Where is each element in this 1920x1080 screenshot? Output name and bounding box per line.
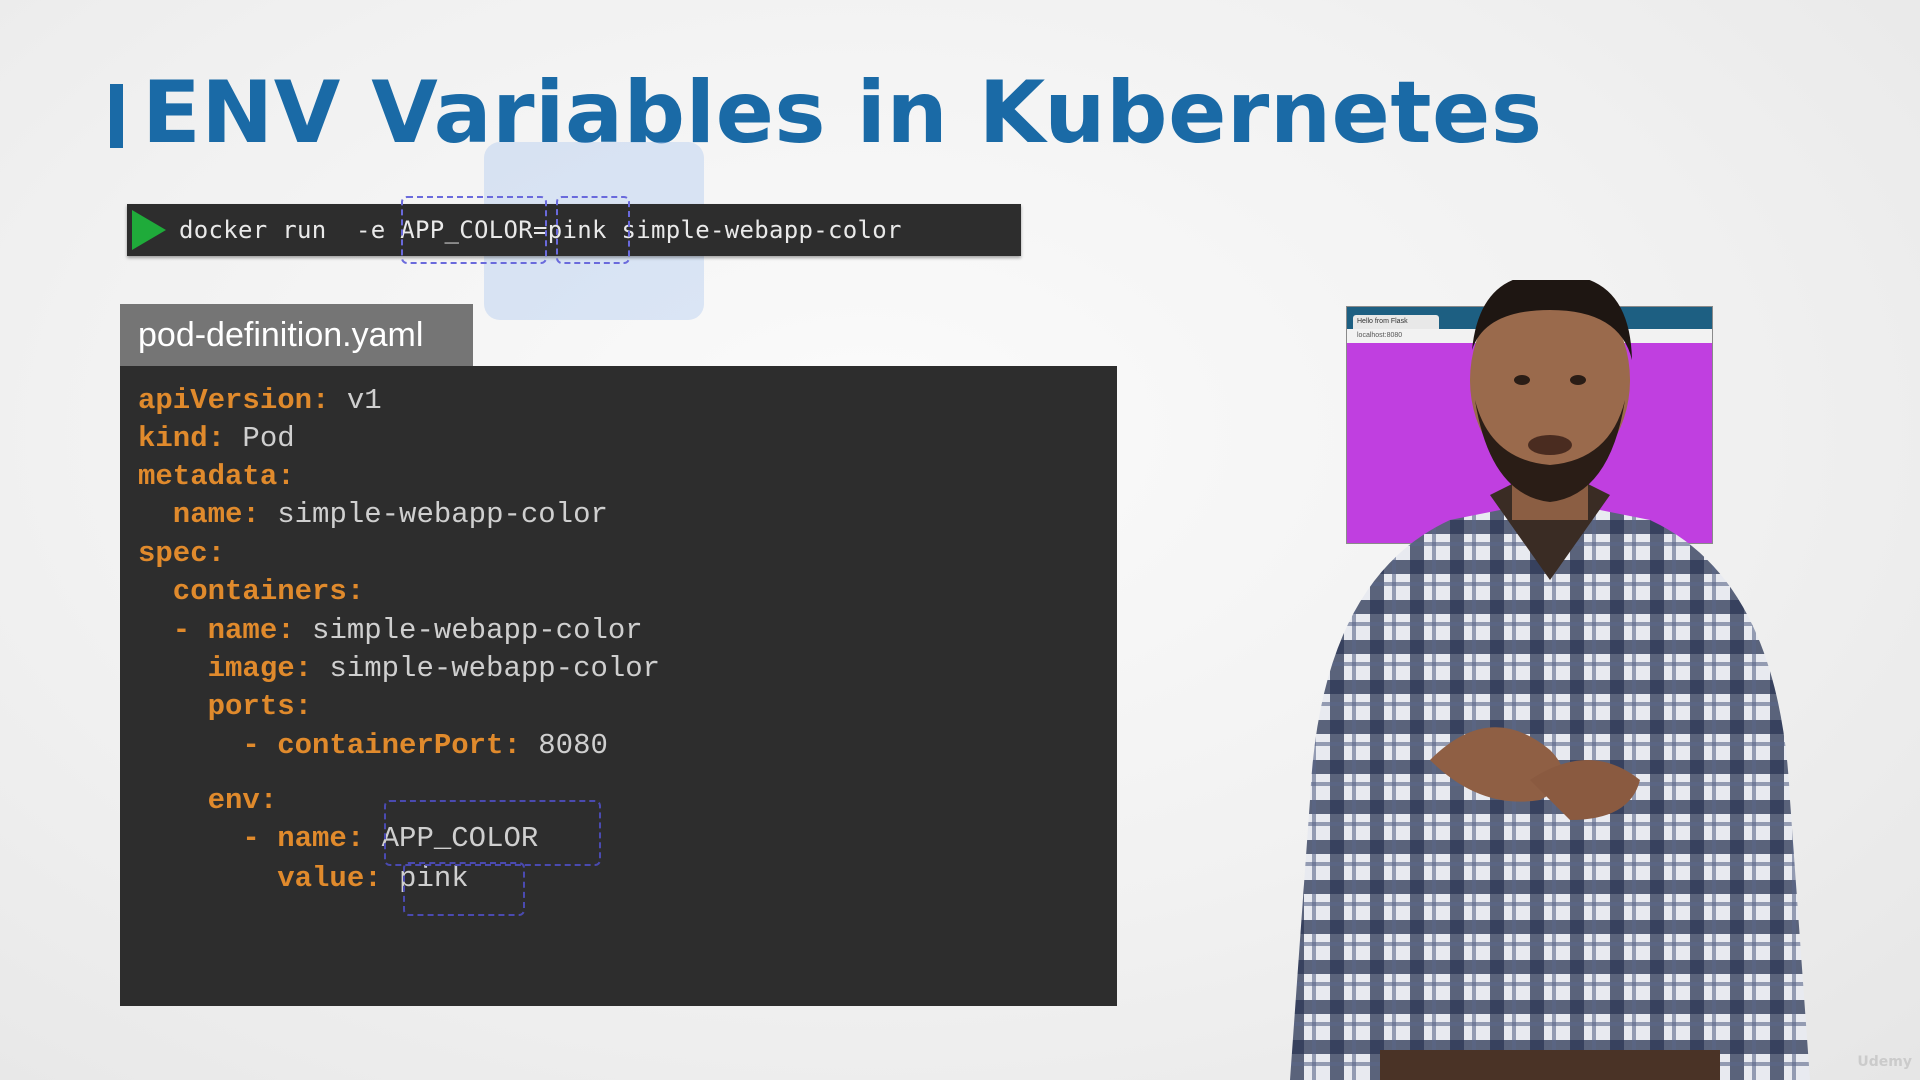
env-var-value-box [556, 196, 630, 264]
file-name: pod-definition.yaml [138, 315, 424, 354]
yaml-line: metadata: [138, 460, 295, 493]
slide-title: ENV Variables in Kubernetes [142, 63, 1543, 163]
title-accent-bar [110, 84, 123, 148]
watermark-logo: Udemy [1857, 1054, 1912, 1070]
env-var-name-box [401, 196, 547, 264]
yaml-line: - name: simple-webapp-color [138, 614, 643, 647]
env-name-box [384, 800, 601, 866]
file-name-tab: pod-definition.yaml [120, 304, 473, 366]
yaml-line: image: simple-webapp-color [138, 652, 661, 685]
yaml-line: kind: Pod [138, 422, 295, 455]
play-icon [132, 210, 166, 250]
yaml-line: name: simple-webapp-color [138, 498, 608, 531]
yaml-line: spec: [138, 537, 226, 570]
yaml-line: env: [138, 784, 278, 817]
presenter-image [1290, 280, 1810, 1080]
yaml-line: apiVersion: v1 [138, 384, 382, 417]
yaml-code-panel: apiVersion: v1 kind: Pod metadata: name:… [120, 366, 1117, 1006]
yaml-line: containers: [138, 575, 365, 608]
env-value-box [403, 862, 525, 916]
yaml-line: ports: [138, 690, 313, 723]
yaml-line: - containerPort: 8080 [138, 729, 608, 762]
